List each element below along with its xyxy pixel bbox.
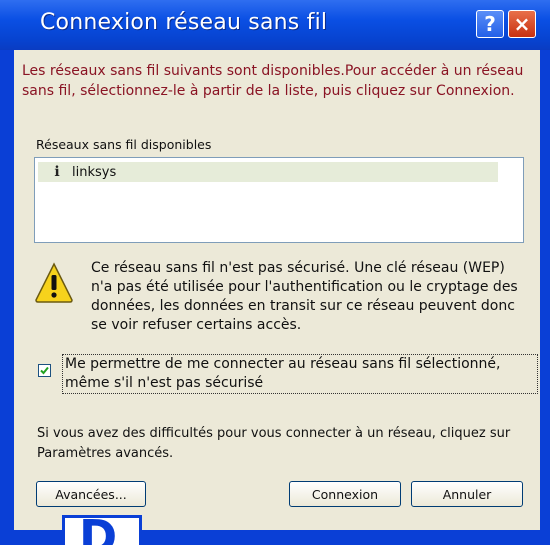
network-name: linksys: [72, 164, 117, 180]
list-item[interactable]: ℹ linksys: [38, 162, 498, 182]
networks-listbox[interactable]: ℹ linksys: [34, 157, 524, 243]
title-bar[interactable]: Connexion réseau sans fil ? ×: [0, 0, 550, 50]
checkmark-icon: [40, 366, 49, 375]
warning-text: Ce réseau sans fil n'est pas sécurisé. U…: [91, 260, 518, 333]
help-text: Si vous avez des difficultés pour vous c…: [37, 426, 511, 461]
close-icon: ×: [513, 12, 531, 36]
help-button[interactable]: ?: [476, 10, 504, 38]
allow-insecure-label[interactable]: Me permettre de me connecter au réseau s…: [62, 354, 538, 394]
dialog-window: Connexion réseau sans fil ? × Les réseau…: [0, 0, 550, 545]
figure-marker: D: [62, 515, 142, 545]
connect-button[interactable]: Connexion: [289, 481, 401, 507]
close-button[interactable]: ×: [508, 10, 536, 38]
dialog-body: Les réseaux sans fil suivants sont dispo…: [14, 50, 540, 530]
intro-text: Les réseaux sans fil suivants sont dispo…: [22, 63, 524, 99]
wireless-signal-icon: ℹ: [54, 164, 60, 180]
advanced-button[interactable]: Avancées...: [36, 481, 146, 507]
warning-triangle-icon: [35, 262, 73, 303]
window-title: Connexion réseau sans fil: [40, 10, 328, 35]
figure-marker-letter: D: [79, 515, 118, 545]
allow-insecure-checkbox[interactable]: [38, 364, 51, 377]
networks-list-label: Réseaux sans fil disponibles: [36, 137, 212, 152]
cancel-button[interactable]: Annuler: [411, 481, 523, 507]
help-icon: ?: [484, 12, 496, 36]
